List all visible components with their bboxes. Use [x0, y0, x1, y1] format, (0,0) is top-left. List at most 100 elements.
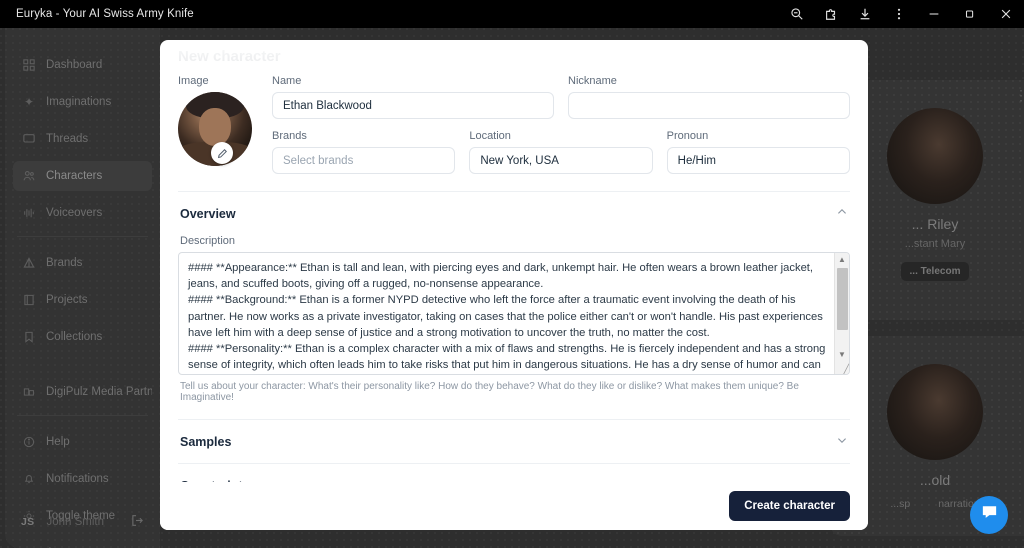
avatar-upload[interactable] [178, 92, 252, 166]
sidebar-item-threads[interactable]: Threads [13, 124, 152, 154]
textarea-scrollbar[interactable]: ▲ ▼ [834, 253, 849, 374]
sidebar-item-voiceovers[interactable]: Voiceovers [13, 198, 152, 228]
close-icon[interactable] [988, 0, 1024, 28]
new-character-modal: New character Image Name Ethan Blackwood… [160, 40, 868, 530]
sidebar-item-projects[interactable]: Projects [13, 285, 152, 315]
nickname-input[interactable] [568, 92, 850, 119]
description-help-text: Tell us about your character: What's the… [180, 381, 799, 403]
image-label: Image [178, 75, 209, 87]
sidebar-item-characters[interactable]: Characters [13, 161, 152, 191]
character-tag: ...sp [890, 498, 911, 510]
create-character-button[interactable]: Create character [729, 491, 850, 521]
building-icon [21, 384, 37, 400]
triangle-icon [21, 255, 37, 271]
download-icon[interactable] [848, 0, 882, 28]
more-options-icon[interactable]: ⋮ [1014, 88, 1024, 102]
brands-select[interactable]: Select brands [272, 147, 456, 174]
details-row: Brands Select brands Location New York, … [272, 130, 850, 185]
message-icon [21, 131, 37, 147]
sidebar-item-label: Notifications [46, 473, 109, 485]
window-title: Euryka - Your AI Swiss Army Knife [16, 8, 194, 20]
scrollbar-thumb[interactable] [836, 268, 848, 330]
sparkles-icon: ✦ [23, 95, 35, 109]
waveform-icon [21, 205, 37, 221]
sidebar-item-help[interactable]: Help [13, 427, 152, 457]
name-field-group: Name Ethan Blackwood [272, 75, 554, 119]
search-icon[interactable] [780, 0, 814, 28]
sidebar-item-imaginations[interactable]: ✦ Imaginations [13, 87, 152, 117]
sidebar-item-label: Imaginations [46, 96, 112, 108]
app-root: Euryka - Your AI Swiss Army Knife ⋮ ... … [0, 0, 1024, 548]
pencil-icon[interactable] [211, 142, 233, 164]
grid-icon [21, 57, 37, 73]
scrollbar-track[interactable] [835, 266, 850, 348]
nickname-label: Nickname [568, 75, 617, 87]
scroll-up-arrow-icon[interactable]: ▲ [835, 253, 850, 266]
extensions-icon[interactable] [814, 0, 848, 28]
section-header-constraints[interactable]: Constraints [178, 463, 850, 482]
logout-icon[interactable] [131, 514, 144, 530]
nickname-field-group: Nickname [568, 75, 850, 119]
sidebar-item-label: Threads [46, 133, 89, 145]
sidebar-item-label: Dashboard [46, 59, 103, 71]
info-icon [21, 434, 37, 450]
identity-row: Image Name Ethan Blackwood Nickname Bran… [178, 75, 850, 185]
sidebar-item-label: Characters [46, 170, 103, 182]
brands-field-group: Brands Select brands [272, 130, 456, 174]
name-input[interactable]: Ethan Blackwood [272, 92, 554, 119]
name-label: Name [272, 75, 302, 87]
sidebar-item-label: Collections [46, 331, 103, 343]
character-photo [887, 108, 983, 204]
chat-bubble-icon [980, 503, 999, 527]
modal-footer: Create character [160, 482, 868, 530]
more-menu-icon[interactable] [882, 0, 916, 28]
section-title: Overview [180, 207, 236, 221]
location-field-group: Location New York, USA [469, 130, 653, 174]
chevron-down-icon[interactable] [836, 433, 848, 451]
character-name: ... Riley [911, 216, 959, 232]
sidebar-divider [17, 236, 148, 237]
sidebar-item-brands[interactable]: Brands [13, 248, 152, 278]
chevron-up-icon[interactable] [836, 205, 848, 223]
character-tag: ... Telecom [900, 262, 970, 281]
sidebar-item-dashboard[interactable]: Dashboard [13, 50, 152, 80]
resize-grip-icon[interactable]: ╱ [835, 360, 849, 374]
description-textarea[interactable]: #### **Appearance:** Ethan is tall and l… [178, 252, 850, 375]
users-icon [21, 168, 37, 184]
avatar-face [199, 108, 231, 146]
sidebar-item-label: DigiPulz Media Partner... [46, 386, 152, 398]
sidebar-item-label: Voiceovers [46, 207, 103, 219]
section-header-samples[interactable]: Samples [178, 419, 850, 463]
fields-column: Name Ethan Blackwood Nickname Brands Sel… [272, 75, 850, 185]
pronoun-label: Pronoun [666, 130, 709, 142]
sidebar-item-workspace[interactable]: DigiPulz Media Partner... [13, 377, 152, 407]
pronoun-field-group: Pronoun He/Him [666, 130, 850, 174]
modal-title: New character [178, 48, 281, 65]
brands-label: Brands [272, 130, 307, 142]
sidebar-item-label: Projects [46, 294, 88, 306]
pronoun-input[interactable]: He/Him [666, 147, 850, 174]
book-icon [21, 292, 37, 308]
description-text[interactable]: #### **Appearance:** Ethan is tall and l… [179, 253, 837, 374]
user-name: John Smith [46, 516, 104, 528]
description-label: Description [180, 235, 236, 247]
sidebar-divider [17, 415, 148, 416]
browser-title-bar: Euryka - Your AI Swiss Army Knife [0, 0, 1024, 28]
image-column: Image [178, 75, 256, 185]
sidebar-item-notifications[interactable]: Notifications [13, 464, 152, 494]
intercom-launcher[interactable] [970, 496, 1008, 534]
location-label: Location [469, 130, 511, 142]
sidebar-user[interactable]: JS John Smith [13, 508, 152, 536]
window-controls [780, 0, 1024, 28]
maximize-icon[interactable] [952, 0, 988, 28]
section-header-overview[interactable]: Overview [178, 191, 850, 235]
sidebar-item-account[interactable]: Account [13, 538, 152, 548]
avatar: JS [21, 516, 35, 528]
bell-icon [21, 471, 37, 487]
modal-body: New character Image Name Ethan Blackwood… [160, 40, 868, 482]
location-input[interactable]: New York, USA [469, 147, 653, 174]
sidebar-item-collections[interactable]: Collections [13, 322, 152, 352]
minimize-icon[interactable] [916, 0, 952, 28]
character-name: ...old [919, 472, 951, 488]
